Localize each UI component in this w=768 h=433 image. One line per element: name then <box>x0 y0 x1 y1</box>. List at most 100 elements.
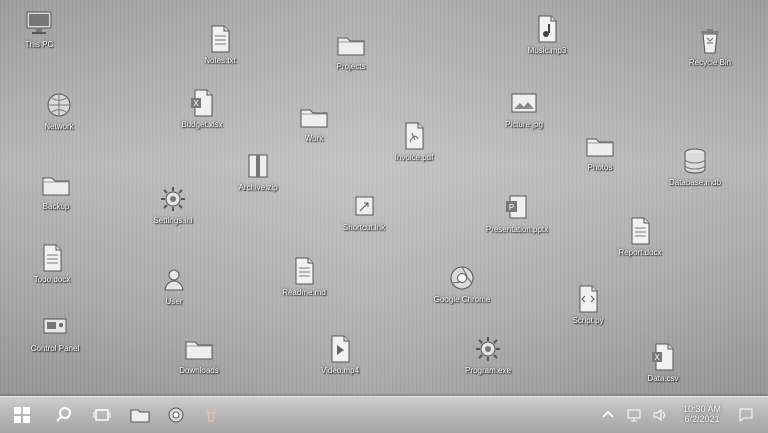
text-file-icon <box>295 257 314 285</box>
desktop-icon-label: Program.exe <box>465 366 511 375</box>
desktop-icon-label: Archive.zip <box>238 183 278 192</box>
file-explorer-icon <box>130 409 150 423</box>
desktop-icon-report[interactable]: Report.docx <box>601 216 679 257</box>
desktop-icon-settings[interactable]: Settings.ini <box>134 184 212 225</box>
code-file-icon <box>579 285 598 313</box>
chevron-up-icon <box>602 410 614 418</box>
desktop-icon-label: Backup <box>42 202 70 211</box>
zip-file-icon <box>248 154 268 178</box>
desktop-icon-label: This PC <box>24 40 54 49</box>
folder-icon <box>300 109 328 128</box>
desktop-icon-network[interactable]: Network <box>20 90 98 131</box>
desktop-icon-label: Recycle Bin <box>688 58 732 67</box>
desktop-icon-recycle-bin[interactable]: Recycle Bin <box>671 26 749 67</box>
powerpoint-file-icon: P <box>506 195 527 219</box>
desktop-icon-label: Database.mdb <box>668 178 722 187</box>
music-file-icon <box>538 15 557 43</box>
desktop-icon-label: Google Chrome <box>433 295 491 304</box>
clock-date: 6/2/2021 <box>684 414 720 424</box>
desktop-icon-downloads[interactable]: Downloads <box>160 334 238 375</box>
chrome-icon <box>450 266 474 290</box>
excel-file-icon: X <box>652 343 674 371</box>
file-explorer-button[interactable] <box>126 401 154 429</box>
database-icon <box>684 148 706 174</box>
desktop-icon-shortcut[interactable]: Shortcut.lnk <box>325 191 403 232</box>
chrome-taskbar-button[interactable] <box>162 401 190 429</box>
desktop-icon-readme[interactable]: Readme.md <box>265 256 343 297</box>
desktop-icon-this-pc[interactable]: This PC <box>0 8 78 49</box>
desktop-icon-label: Script.py <box>572 316 604 325</box>
monitor-icon <box>26 11 52 34</box>
desktop-icon-label: User <box>165 297 183 306</box>
desktop-icon-label: Invoice.pdf <box>394 153 434 162</box>
folder-icon <box>185 341 213 360</box>
desktop-icon-label: Picture.jpg <box>505 120 543 129</box>
recycle-bin-icon <box>701 29 719 54</box>
svg-text:P: P <box>509 203 514 212</box>
desktop-icon-music[interactable]: Music.mp3 <box>508 14 586 55</box>
desktop-icon-script[interactable]: Script.py <box>549 284 627 325</box>
desktop-icon-label: Budget.xlsx <box>181 120 223 129</box>
desktop-icon-label: Projects <box>336 62 366 71</box>
desktop-icon-budget[interactable]: X Budget.xlsx <box>163 88 241 129</box>
desktop-icon-label: Todo.docx <box>33 275 71 284</box>
desktop-icon-database[interactable]: Database.mdb <box>656 146 734 187</box>
desktop-icon-photos[interactable]: Photos <box>561 131 639 172</box>
desktop-icon-label: Presentation.pptx <box>485 225 549 234</box>
excel-file-icon: X <box>191 89 213 117</box>
desktop-icon-label: Settings.ini <box>153 216 193 225</box>
deer-app-button[interactable] <box>197 401 225 429</box>
desktop-icon-label: Network <box>44 122 74 131</box>
desktop-icon-video[interactable]: Video.mp4 <box>301 334 379 375</box>
desktop-icon-label: Report.docx <box>618 248 662 257</box>
gear-icon <box>476 337 500 361</box>
desktop-icon-label: Notes.txt <box>204 56 236 65</box>
desktop-icon-invoice[interactable]: Invoice.pdf <box>375 121 453 162</box>
taskbar: 10:30 AM 6/2/2021 <box>0 396 768 433</box>
desktop-icon-label: Music.mp3 <box>527 46 567 55</box>
desktop-icon-archive[interactable]: Archive.zip <box>219 151 297 192</box>
control-panel-icon <box>43 318 67 334</box>
globe-icon <box>47 93 71 117</box>
network-icon <box>627 409 641 422</box>
desktop-icon-user[interactable]: User <box>135 265 213 306</box>
show-hidden-icons-button[interactable] <box>594 401 622 429</box>
desktop-icon-label: Data.csv <box>647 374 679 383</box>
volume-icon <box>653 409 665 421</box>
gear-icon <box>161 187 185 211</box>
task-view-button[interactable] <box>88 401 116 429</box>
desktop-icon-presentation[interactable]: P Presentation.pptx <box>478 193 556 234</box>
desktop-icon-picture[interactable]: Picture.jpg <box>485 88 563 129</box>
desktop-icon-notes[interactable]: Notes.txt <box>181 24 259 65</box>
chrome-icon <box>168 407 184 423</box>
svg-text:X: X <box>654 353 660 362</box>
windows-start-icon <box>14 407 30 423</box>
svg-text:X: X <box>193 99 199 108</box>
task-view-icon <box>93 409 111 421</box>
folder-icon <box>337 37 365 56</box>
volume-button[interactable] <box>646 401 674 429</box>
clock-time: 10:30 AM <box>682 404 722 414</box>
text-file-icon <box>43 244 62 272</box>
desktop-icon-projects[interactable]: Projects <box>312 30 390 71</box>
desktop-icon-work[interactable]: Work <box>275 102 353 143</box>
desktop-icon-data[interactable]: X Data.csv <box>624 342 702 383</box>
folder-icon <box>586 138 614 157</box>
desktop-icon-google-chrome[interactable]: Google Chrome <box>423 263 501 304</box>
image-file-icon <box>511 93 537 113</box>
desktop-icon-backup[interactable]: Backup <box>17 170 95 211</box>
pdf-file-icon <box>405 122 424 150</box>
notification-center-button[interactable] <box>732 401 760 429</box>
start-button[interactable] <box>8 401 36 429</box>
desktop-icon-label: Readme.md <box>282 288 326 297</box>
desktop-icon-todo[interactable]: Todo.docx <box>13 243 91 284</box>
deer-app-icon <box>206 408 216 422</box>
desktop-icon-program[interactable]: Program.exe <box>449 334 527 375</box>
search-button[interactable] <box>50 401 78 429</box>
network-status-button[interactable] <box>620 401 648 429</box>
clock[interactable]: 10:30 AM 6/2/2021 <box>676 404 728 424</box>
folder-icon <box>42 177 70 196</box>
desktop-icon-label: Video.mp4 <box>320 366 360 375</box>
shortcut-icon <box>355 196 374 216</box>
desktop-icon-control-panel[interactable]: Control Panel <box>16 312 94 353</box>
